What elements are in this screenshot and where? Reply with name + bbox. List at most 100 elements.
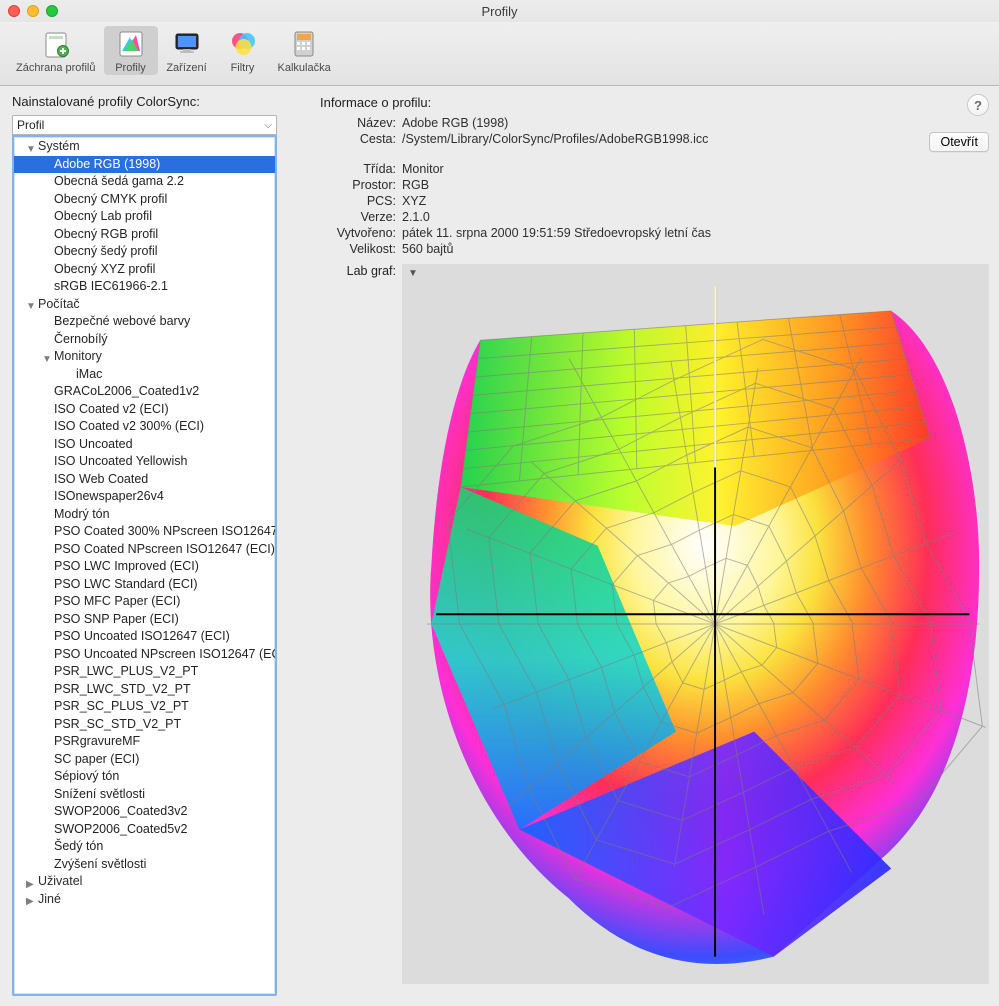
toolbar-item-calculator[interactable]: Kalkulačka bbox=[272, 26, 337, 75]
tree-item[interactable]: Adobe RGB (1998) bbox=[14, 156, 275, 174]
tree-item[interactable]: PSR_LWC_STD_V2_PT bbox=[14, 681, 275, 699]
tree-item[interactable]: PSO SNP Paper (ECI) bbox=[14, 611, 275, 629]
tree-item[interactable]: iMac bbox=[14, 366, 275, 384]
tree-item[interactable]: SWOP2006_Coated5v2 bbox=[14, 821, 275, 839]
tree-item-label: PSO SNP Paper (ECI) bbox=[54, 611, 179, 629]
tree-item-label: ISO Coated v2 300% (ECI) bbox=[54, 418, 204, 436]
tree-group[interactable]: ▼Systém bbox=[14, 138, 275, 156]
tree-item-label: SWOP2006_Coated5v2 bbox=[54, 821, 187, 839]
tree-item-label: PSR_SC_PLUS_V2_PT bbox=[54, 698, 189, 716]
tree-item-label: Bezpečné webové barvy bbox=[54, 313, 190, 331]
tree-item[interactable]: ISO Uncoated bbox=[14, 436, 275, 454]
value-size: 560 bajtů bbox=[402, 242, 923, 256]
tree-group[interactable]: ▶Uživatel bbox=[14, 873, 275, 891]
tree-group-label: Počítač bbox=[38, 296, 80, 314]
tree-group[interactable]: ▼Počítač bbox=[14, 296, 275, 314]
tree-item[interactable]: PSO LWC Improved (ECI) bbox=[14, 558, 275, 576]
tree-item-label: Černobílý bbox=[54, 331, 108, 349]
toolbar-item-devices[interactable]: Zařízení bbox=[160, 26, 214, 75]
profile-sort-value: Profil bbox=[17, 118, 44, 132]
tree-item[interactable]: sRGB IEC61966-2.1 bbox=[14, 278, 275, 296]
tree-group[interactable]: ▼Monitory bbox=[14, 348, 275, 366]
tree-item-label: Obecná šedá gama 2.2 bbox=[54, 173, 184, 191]
tree-item[interactable]: SC paper (ECI) bbox=[14, 751, 275, 769]
tree-item[interactable]: Bezpečné webové barvy bbox=[14, 313, 275, 331]
tree-item-label: PSO Coated 300% NPscreen ISO12647 bbox=[54, 523, 277, 541]
minimize-icon[interactable] bbox=[27, 5, 39, 17]
tree-item[interactable]: Šedý tón bbox=[14, 838, 275, 856]
label-size: Velikost: bbox=[320, 242, 396, 256]
tree-item[interactable]: Obecná šedá gama 2.2 bbox=[14, 173, 275, 191]
tree-item-label: PSR_LWC_STD_V2_PT bbox=[54, 681, 191, 699]
tree-group-label: Uživatel bbox=[38, 873, 82, 891]
profile-sort-select[interactable]: Profil ⌵ bbox=[12, 115, 277, 135]
tree-item[interactable]: Obecný RGB profil bbox=[14, 226, 275, 244]
tree-item[interactable]: PSO Coated 300% NPscreen ISO12647 ● bbox=[14, 523, 275, 541]
tree-item-label: sRGB IEC61966-2.1 bbox=[54, 278, 168, 296]
tree-item[interactable]: PSO LWC Standard (ECI) bbox=[14, 576, 275, 594]
tree-item-label: PSR_LWC_PLUS_V2_PT bbox=[54, 663, 198, 681]
disclosure-down-icon: ▼ bbox=[42, 351, 52, 361]
label-created: Vytvořeno: bbox=[320, 226, 396, 240]
tree-item[interactable]: PSO Coated NPscreen ISO12647 (ECI) bbox=[14, 541, 275, 559]
tree-item[interactable]: SWOP2006_Coated3v2 bbox=[14, 803, 275, 821]
tree-item[interactable]: PSO Uncoated ISO12647 (ECI) bbox=[14, 628, 275, 646]
tree-item[interactable]: ISOnewspaper26v4 bbox=[14, 488, 275, 506]
value-version: 2.1.0 bbox=[402, 210, 923, 224]
open-button[interactable]: Otevřít bbox=[929, 132, 989, 152]
tree-item[interactable]: PSR_SC_PLUS_V2_PT bbox=[14, 698, 275, 716]
tree-item-label: Obecný XYZ profil bbox=[54, 261, 155, 279]
tree-item[interactable]: PSRgravureMF bbox=[14, 733, 275, 751]
tree-item-label: SWOP2006_Coated3v2 bbox=[54, 803, 187, 821]
tree-item[interactable]: ISO Web Coated bbox=[14, 471, 275, 489]
tree-item-label: SC paper (ECI) bbox=[54, 751, 139, 769]
tree-item[interactable]: Obecný Lab profil bbox=[14, 208, 275, 226]
profile-tree[interactable]: ▼SystémAdobe RGB (1998)Obecná šedá gama … bbox=[12, 135, 277, 996]
tree-item[interactable]: ISO Uncoated Yellowish bbox=[14, 453, 275, 471]
tree-item-label: Sépiový tón bbox=[54, 768, 119, 786]
tree-item[interactable]: Obecný CMYK profil bbox=[14, 191, 275, 209]
tree-item[interactable]: PSR_SC_STD_V2_PT bbox=[14, 716, 275, 734]
tree-group-label: Jiné bbox=[38, 891, 61, 909]
tree-item-label: PSO MFC Paper (ECI) bbox=[54, 593, 180, 611]
tree-item[interactable]: Obecný šedý profil bbox=[14, 243, 275, 261]
toolbar-label-rescue: Záchrana profilů bbox=[16, 62, 96, 74]
tree-item-label: PSO LWC Standard (ECI) bbox=[54, 576, 198, 594]
tree-item[interactable]: Zvýšení světlosti bbox=[14, 856, 275, 874]
rescue-icon bbox=[40, 28, 72, 60]
tree-item[interactable]: Obecný XYZ profil bbox=[14, 261, 275, 279]
tree-group[interactable]: ▶Jiné bbox=[14, 891, 275, 909]
tree-item[interactable]: Sépiový tón bbox=[14, 768, 275, 786]
toolbar-item-rescue[interactable]: Záchrana profilů bbox=[10, 26, 102, 75]
label-name: Název: bbox=[320, 116, 396, 130]
tree-item[interactable]: Snížení světlosti bbox=[14, 786, 275, 804]
tree-item-label: PSO Uncoated NPscreen ISO12647 (EC bbox=[54, 646, 277, 664]
close-icon[interactable] bbox=[8, 5, 20, 17]
lab-graph[interactable]: ▼ bbox=[402, 264, 989, 984]
left-panel: Nainstalované profily ColorSync: Profil … bbox=[12, 94, 302, 996]
tree-item[interactable]: Modrý tón bbox=[14, 506, 275, 524]
tree-item[interactable]: ISO Coated v2 (ECI) bbox=[14, 401, 275, 419]
tree-item-label: ISO Uncoated bbox=[54, 436, 133, 454]
tree-group-label: Systém bbox=[38, 138, 80, 156]
tree-item-label: PSRgravureMF bbox=[54, 733, 140, 751]
toolbar-item-profiles[interactable]: Profily bbox=[104, 26, 158, 75]
right-panel: Informace o profilu: ? Název: Adobe RGB … bbox=[320, 94, 989, 996]
tree-item-label: Obecný šedý profil bbox=[54, 243, 158, 261]
tree-item[interactable]: PSR_LWC_PLUS_V2_PT bbox=[14, 663, 275, 681]
tree-item-label: PSO Uncoated ISO12647 (ECI) bbox=[54, 628, 230, 646]
tree-item[interactable]: ISO Coated v2 300% (ECI) bbox=[14, 418, 275, 436]
disclosure-right-icon: ▶ bbox=[26, 893, 36, 903]
tree-item-label: Zvýšení světlosti bbox=[54, 856, 146, 874]
titlebar: Profily bbox=[0, 0, 999, 22]
zoom-icon[interactable] bbox=[46, 5, 58, 17]
tree-item-label: GRACoL2006_Coated1v2 bbox=[54, 383, 199, 401]
value-created: pátek 11. srpna 2000 19:51:59 Středoevro… bbox=[402, 226, 923, 240]
tree-item-label: Obecný Lab profil bbox=[54, 208, 152, 226]
tree-item[interactable]: Černobílý bbox=[14, 331, 275, 349]
tree-item[interactable]: PSO Uncoated NPscreen ISO12647 (EC ● bbox=[14, 646, 275, 664]
tree-item[interactable]: GRACoL2006_Coated1v2 bbox=[14, 383, 275, 401]
tree-item[interactable]: PSO MFC Paper (ECI) bbox=[14, 593, 275, 611]
toolbar-item-filters[interactable]: Filtry bbox=[216, 26, 270, 75]
help-button[interactable]: ? bbox=[967, 94, 989, 116]
